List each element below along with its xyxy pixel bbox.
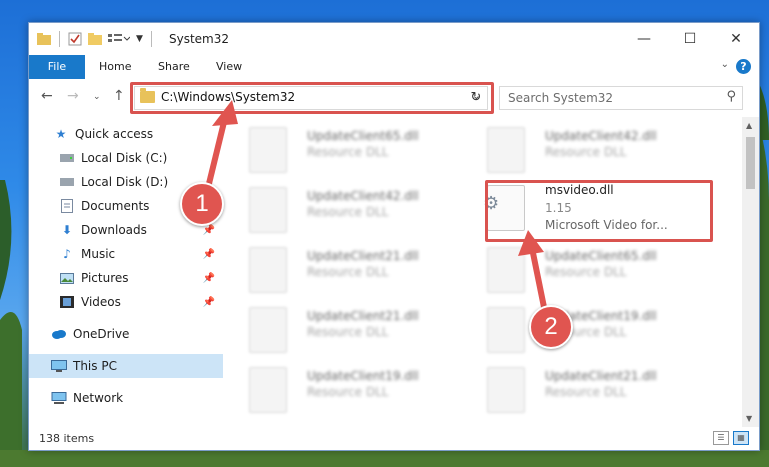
arrow-head-step-1 xyxy=(212,100,238,126)
annotation-arrows xyxy=(202,100,550,323)
arrow-head-step-2 xyxy=(518,230,544,256)
step-1-badge: 1 xyxy=(180,182,224,226)
step-2-badge: 2 xyxy=(529,305,573,349)
